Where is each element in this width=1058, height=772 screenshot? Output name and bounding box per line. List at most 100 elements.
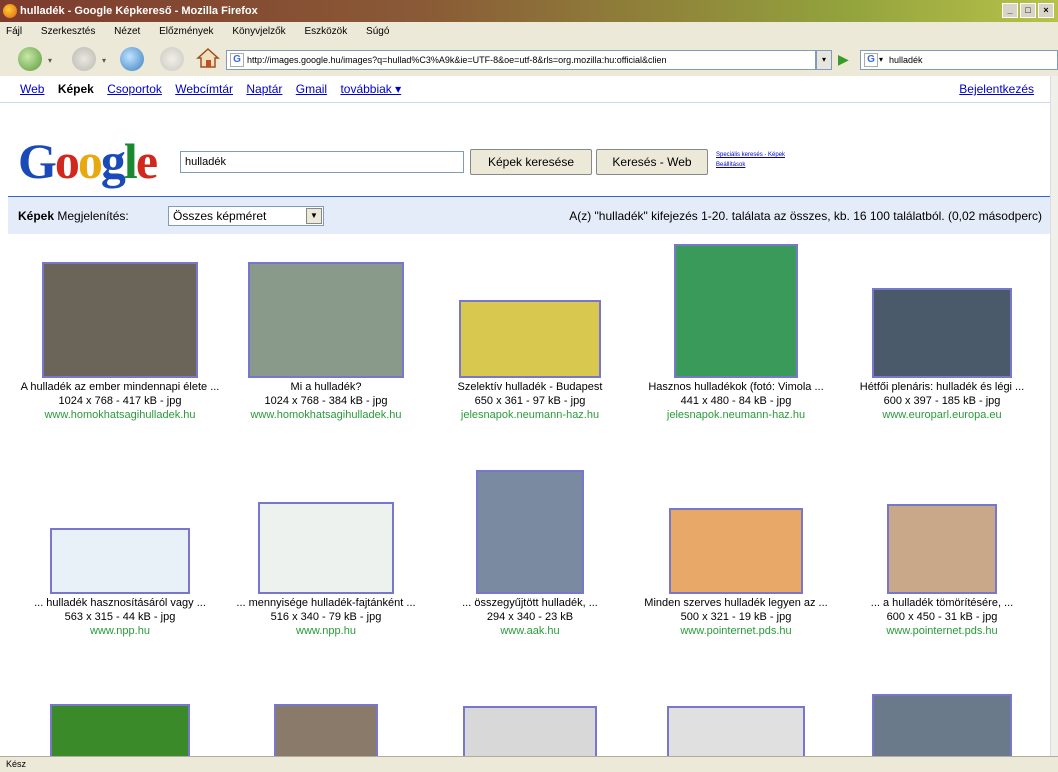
result-caption[interactable]: Hasznos hulladékok (fotó: Vimola ... <box>636 380 836 394</box>
google-engine-icon[interactable]: G <box>864 53 878 67</box>
result-site[interactable]: www.aak.hu <box>430 624 630 638</box>
result-caption[interactable]: Minden szerves hulladék legyen az ... <box>636 596 836 610</box>
result-site[interactable]: jelesnapok.neumann-haz.hu <box>636 408 836 422</box>
result-item: ... a hulladék tömörítésére, ... 600 x 45… <box>842 504 1042 638</box>
stop-button[interactable] <box>160 47 184 71</box>
result-thumbnail[interactable] <box>50 704 190 756</box>
preferences-link[interactable]: Beállítások <box>716 160 785 170</box>
gbar-directory-link[interactable]: Webcímtár <box>175 82 233 96</box>
minimize-button[interactable]: _ <box>1002 3 1018 18</box>
result-item: ... mennyisége hulladék-fajtánként ... 51… <box>226 502 426 638</box>
result-thumbnail[interactable] <box>463 706 597 756</box>
site-favicon-icon: G <box>230 53 244 67</box>
result-meta: 1024 x 768 - 384 kB - jpg <box>264 395 388 407</box>
result-item: ... hulladék hasznosításáról vagy ... 563… <box>20 528 220 638</box>
reload-button[interactable] <box>120 47 144 71</box>
menu-tools[interactable]: Eszközök <box>304 26 347 37</box>
result-caption[interactable]: Hétfői plenáris: hulladék és légi ... <box>842 380 1042 394</box>
home-icon[interactable] <box>196 47 220 69</box>
result-item: ... összegyűjtött hulladék, ... 294 x 340… <box>430 470 630 638</box>
forward-button[interactable] <box>72 47 96 71</box>
result-site[interactable]: www.pointernet.pds.hu <box>842 624 1042 638</box>
result-meta: 500 x 321 - 19 kB - jpg <box>680 611 792 623</box>
result-item: Szelektív hulladék - Budapest 650 x 361 -… <box>430 300 630 422</box>
result-site[interactable]: www.europarl.europa.eu <box>842 408 1042 422</box>
result-caption[interactable]: Szelektív hulladék - Budapest <box>430 380 630 394</box>
gbar-gmail-link[interactable]: Gmail <box>296 82 327 96</box>
result-thumbnail[interactable] <box>872 694 1012 756</box>
result-thumbnail[interactable] <box>872 288 1012 378</box>
browser-window: hulladék - Google Képkereső - Mozilla Fi… <box>0 0 1058 772</box>
result-site[interactable]: www.npp.hu <box>20 624 220 638</box>
result-thumbnail[interactable] <box>42 262 198 378</box>
gbar-more-link[interactable]: továbbiak ▾ <box>340 82 401 96</box>
result-meta: 516 x 340 - 79 kB - jpg <box>270 611 382 623</box>
menu-edit[interactable]: Szerkesztés <box>41 26 95 37</box>
back-button[interactable] <box>18 47 42 71</box>
result-site[interactable]: jelesnapok.neumann-haz.hu <box>430 408 630 422</box>
result-thumbnail[interactable] <box>50 528 190 594</box>
status-bar: Kész <box>0 756 1058 772</box>
search-engine-box[interactable]: G ▾ hulladék <box>860 50 1058 70</box>
result-thumbnail[interactable] <box>476 470 584 594</box>
result-site[interactable]: www.homokhatsagihulladek.hu <box>226 408 426 422</box>
result-thumbnail[interactable] <box>674 244 798 378</box>
menu-view[interactable]: Nézet <box>114 26 140 37</box>
result-thumbnail[interactable] <box>248 262 404 378</box>
result-site[interactable]: www.pointernet.pds.hu <box>636 624 836 638</box>
result-thumbnail[interactable] <box>459 300 601 378</box>
gbar-calendar-link[interactable]: Naptár <box>246 82 282 96</box>
result-caption[interactable]: A hulladék az ember mindennapi élete ... <box>20 380 220 394</box>
result-item: Hasznos hulladékok (fotó: Vimola ... 441 … <box>636 244 836 422</box>
search-engine-query: hulladék <box>889 55 923 65</box>
results-stats: A(z) "hulladék" kifejezés 1-20. találata… <box>569 209 1042 223</box>
result-caption[interactable]: Mi a hulladék? <box>226 380 426 394</box>
navigation-toolbar: ▾ ▾ G http://images.google.hu/images?q=h… <box>0 42 1058 76</box>
close-button[interactable]: × <box>1038 3 1054 18</box>
vertical-scrollbar[interactable] <box>1050 76 1058 756</box>
result-meta: 294 x 340 - 23 kB <box>486 611 574 623</box>
result-site[interactable]: www.homokhatsagihulladek.hu <box>20 408 220 422</box>
result-thumbnail[interactable] <box>258 502 394 594</box>
chevron-down-icon[interactable]: ▼ <box>306 208 322 224</box>
google-logo[interactable]: Google <box>18 134 158 188</box>
result-site[interactable]: www.npp.hu <box>226 624 426 638</box>
back-dropdown-icon[interactable]: ▾ <box>48 56 52 65</box>
result-meta: 563 x 315 - 44 kB - jpg <box>64 611 176 623</box>
result-thumbnail[interactable] <box>669 508 803 594</box>
search-images-button[interactable]: Képek keresése <box>470 149 592 175</box>
menu-file[interactable]: Fájl <box>6 26 22 37</box>
google-bar: Web Képek Csoportok Webcímtár Naptár Gma… <box>0 76 1058 102</box>
maximize-button[interactable]: □ <box>1020 3 1036 18</box>
result-meta: 1024 x 768 - 417 kB - jpg <box>58 395 182 407</box>
result-item <box>636 706 836 756</box>
result-thumbnail[interactable] <box>887 504 997 594</box>
result-item <box>842 694 1042 756</box>
result-meta: 600 x 450 - 31 kB - jpg <box>886 611 998 623</box>
result-caption[interactable]: ... a hulladék tömörítésére, ... <box>842 596 1042 610</box>
result-caption[interactable]: ... mennyisége hulladék-fajtánként ... <box>226 596 426 610</box>
address-bar[interactable]: G http://images.google.hu/images?q=hulla… <box>226 50 816 70</box>
image-size-select[interactable]: Összes képméret ▼ <box>168 206 324 226</box>
url-history-dropdown[interactable]: ▾ <box>816 50 832 70</box>
gbar-groups-link[interactable]: Csoportok <box>107 82 162 96</box>
gbar-web-link[interactable]: Web <box>20 82 44 96</box>
result-caption[interactable]: ... összegyűjtött hulladék, ... <box>430 596 630 610</box>
result-caption[interactable]: ... hulladék hasznosításáról vagy ... <box>20 596 220 610</box>
engine-dropdown-icon[interactable]: ▾ <box>879 51 883 69</box>
menu-history[interactable]: Előzmények <box>159 26 213 37</box>
result-item: Mi a hulladék? 1024 x 768 - 384 kB - jpg w… <box>226 262 426 422</box>
result-thumbnail[interactable] <box>274 704 378 756</box>
search-input[interactable]: hulladék <box>180 151 464 173</box>
menu-bookmarks[interactable]: Könyvjelzők <box>232 26 285 37</box>
advanced-search-link[interactable]: Speciális keresés - Képek <box>716 150 785 160</box>
search-web-button[interactable]: Keresés - Web <box>596 149 708 175</box>
menu-help[interactable]: Súgó <box>366 26 389 37</box>
firefox-icon <box>3 4 17 18</box>
login-link[interactable]: Bejelentkezés <box>959 76 1034 102</box>
forward-dropdown-icon[interactable]: ▾ <box>102 56 106 65</box>
result-meta: 441 x 480 - 84 kB - jpg <box>680 395 792 407</box>
result-thumbnail[interactable] <box>667 706 805 756</box>
go-icon[interactable]: ▶ <box>838 51 849 68</box>
result-item <box>430 706 630 756</box>
